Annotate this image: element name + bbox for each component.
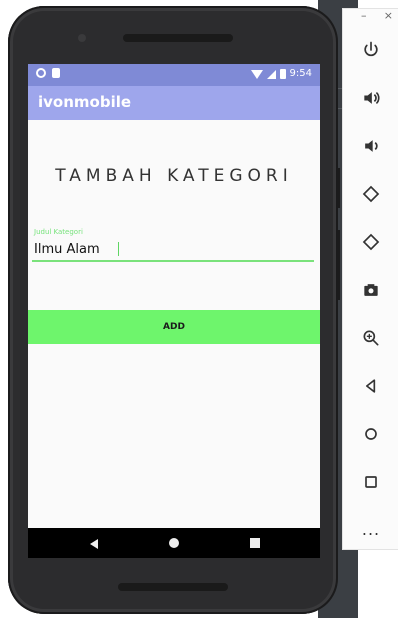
- top-speaker: [123, 34, 233, 42]
- navigation-bar: [28, 528, 320, 558]
- side-button-volume[interactable]: [337, 230, 340, 300]
- signal-icon: [266, 69, 276, 79]
- camera-icon: [364, 284, 378, 296]
- phone-device: 9:54 ivonmobile TAMBAH KATEGORI Judul Ka…: [8, 6, 340, 614]
- more-button[interactable]: ...: [343, 511, 398, 549]
- notification-icon: [36, 68, 46, 78]
- front-camera: [78, 34, 86, 42]
- screenshot-button[interactable]: [343, 271, 398, 309]
- status-right: 9:54: [250, 67, 312, 81]
- battery-icon: [279, 69, 286, 79]
- power-icon: [364, 41, 378, 57]
- zoom-icon: [363, 330, 379, 346]
- add-button[interactable]: ADD: [28, 310, 320, 344]
- volume-down-icon: [365, 140, 378, 152]
- nav-back-icon[interactable]: [90, 539, 98, 549]
- nav-home-icon[interactable]: [169, 538, 179, 548]
- rotate-right-button[interactable]: [343, 223, 398, 261]
- emulator-toolbar: – × ...: [342, 8, 398, 550]
- app-title: ivonmobile: [38, 93, 132, 111]
- power-button[interactable]: [343, 31, 398, 69]
- side-button-power[interactable]: [337, 168, 340, 208]
- emulator-stage: 9:54 ivonmobile TAMBAH KATEGORI Judul Ka…: [0, 0, 398, 618]
- volume-down-button[interactable]: [343, 127, 398, 165]
- storage-icon: [52, 68, 60, 78]
- rotate-left-icon: [362, 185, 380, 203]
- rotate-right-icon: [362, 233, 380, 251]
- window-controls: – ×: [361, 9, 398, 27]
- app-bar: ivonmobile: [28, 86, 320, 120]
- wifi-icon: [250, 69, 263, 79]
- volume-up-icon: [364, 91, 380, 105]
- more-icon: ...: [361, 520, 381, 539]
- volume-up-button[interactable]: [343, 79, 398, 117]
- status-bar: 9:54: [28, 64, 320, 86]
- status-left: [36, 68, 60, 78]
- overview-icon: [365, 476, 377, 488]
- close-button[interactable]: ×: [384, 9, 393, 27]
- text-cursor: [118, 242, 119, 256]
- overview-button[interactable]: [343, 463, 398, 501]
- back-icon: [366, 379, 376, 393]
- page-title: TAMBAH KATEGORI: [55, 166, 293, 186]
- bottom-speaker: [118, 583, 228, 591]
- category-title-input[interactable]: [32, 238, 314, 262]
- phone-screen: 9:54 ivonmobile TAMBAH KATEGORI Judul Ka…: [28, 64, 320, 558]
- minimize-button[interactable]: –: [361, 9, 367, 27]
- zoom-button[interactable]: [343, 319, 398, 357]
- home-icon: [365, 428, 377, 440]
- home-button[interactable]: [343, 415, 398, 453]
- nav-recent-icon[interactable]: [250, 538, 260, 548]
- rotate-left-button[interactable]: [343, 175, 398, 213]
- status-time: 9:54: [289, 68, 312, 79]
- back-button[interactable]: [343, 367, 398, 405]
- category-title-label: Judul Kategori: [34, 228, 83, 236]
